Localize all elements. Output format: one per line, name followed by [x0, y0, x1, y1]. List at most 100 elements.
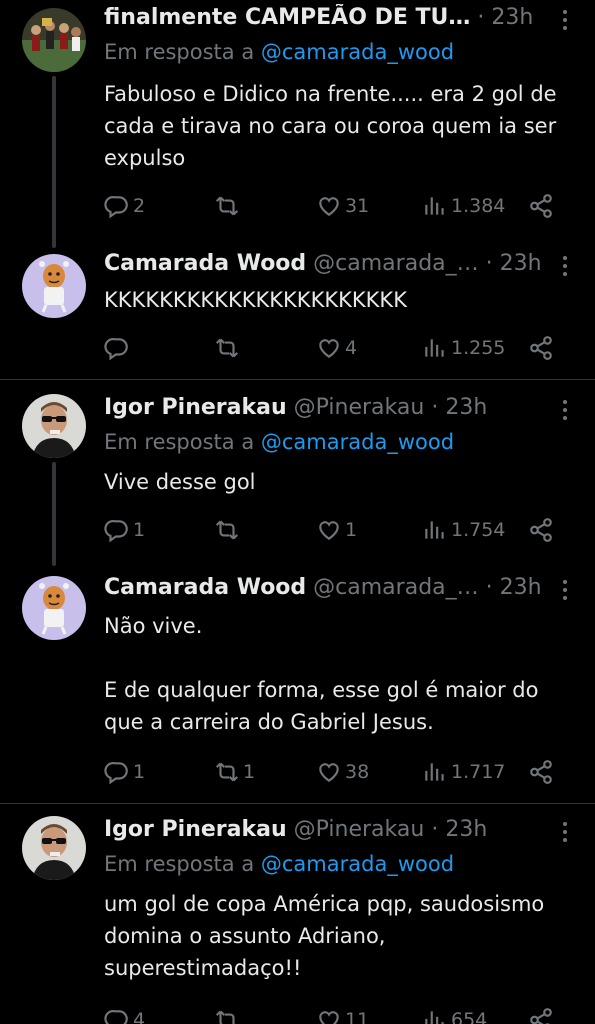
author-name[interactable]: Igor Pinerakau [104, 395, 287, 420]
avatar[interactable] [22, 576, 86, 640]
reply-button[interactable]: 4 [104, 1004, 145, 1024]
like-button[interactable]: 4 [316, 332, 357, 364]
tweet[interactable]: Igor Pinerakau @Pinerakau · 23h Em respo… [0, 804, 595, 1024]
reply-icon [104, 193, 130, 219]
views-icon [422, 335, 448, 361]
mention-link[interactable]: @camarada_wood [261, 430, 454, 454]
reply-button[interactable]: 1 [104, 756, 145, 788]
like-button[interactable]: 1 [316, 514, 357, 546]
reply-button[interactable]: 2 [104, 190, 145, 222]
retweet-icon [214, 335, 240, 361]
reply-icon [104, 1007, 130, 1024]
timestamp[interactable]: 23h [445, 817, 487, 842]
author-name[interactable]: finalmente CAMPEÃO DE TU… [104, 5, 470, 30]
like-count: 1 [345, 519, 358, 541]
like-button[interactable]: 31 [316, 190, 369, 222]
timestamp[interactable]: 23h [445, 395, 487, 420]
reply-context: Em resposta a @camarada_wood [104, 430, 455, 454]
like-count: 38 [345, 761, 370, 783]
tweet-text: Não vive. [104, 614, 203, 638]
tweet-text: KKKKKKKKKKKKKKKKKKKKKK [104, 288, 407, 312]
tweet-text: um gol de copa América pqp, saudosismo d… [104, 892, 545, 980]
author-handle[interactable]: @camarada_… [313, 251, 478, 276]
author-name[interactable]: Igor Pinerakau [104, 817, 287, 842]
timestamp[interactable]: 23h [500, 251, 542, 276]
views-count: 1.717 [451, 761, 506, 783]
like-count: 4 [345, 337, 358, 359]
retweet-count: 1 [243, 761, 256, 783]
retweet-button[interactable] [214, 1004, 243, 1024]
retweet-button[interactable] [214, 190, 243, 222]
action-bar: 2 31 1.384 [104, 190, 574, 222]
tweet[interactable]: Igor Pinerakau @Pinerakau · 23h Em respo… [0, 380, 595, 566]
more-icon[interactable] [553, 822, 577, 844]
author-handle[interactable]: @camarada_… [313, 575, 478, 600]
retweet-icon [214, 759, 240, 785]
separator-dot: · [485, 251, 493, 276]
views-icon [422, 759, 448, 785]
share-icon [528, 759, 554, 785]
like-count: 11 [345, 1009, 370, 1024]
share-button[interactable] [528, 332, 554, 364]
action-bar: 1 1 38 1.717 [104, 756, 574, 788]
share-button[interactable] [528, 1004, 554, 1024]
retweet-button[interactable] [214, 514, 243, 546]
views-button[interactable]: 654 [422, 1004, 487, 1024]
more-icon[interactable] [553, 256, 577, 278]
views-button[interactable]: 1.754 [422, 514, 505, 546]
reply-button[interactable]: 1 [104, 514, 145, 546]
tweet[interactable]: Camarada Wood @camarada_… · 23h KKKKKKKK… [0, 248, 595, 378]
mention-link[interactable]: @camarada_wood [261, 40, 454, 64]
views-icon [422, 517, 448, 543]
share-icon [528, 335, 554, 361]
mention-link[interactable]: @camarada_wood [261, 852, 454, 876]
retweet-button[interactable]: 1 [214, 756, 255, 788]
heart-icon [316, 759, 342, 785]
views-button[interactable]: 1.717 [422, 756, 505, 788]
timestamp[interactable]: 23h [491, 5, 533, 30]
like-count: 31 [345, 195, 370, 217]
author-handle[interactable]: @Pinerakau [294, 817, 425, 842]
author-name[interactable]: Camarada Wood [104, 575, 306, 600]
retweet-icon [214, 193, 240, 219]
avatar[interactable] [22, 254, 86, 318]
share-button[interactable] [528, 756, 554, 788]
separator-dot: · [431, 817, 439, 842]
avatar[interactable] [22, 816, 86, 880]
tweet-text: E de qualquer forma, esse gol é maior do… [104, 678, 539, 734]
share-button[interactable] [528, 514, 554, 546]
thread-line [52, 76, 56, 248]
like-button[interactable]: 38 [316, 756, 369, 788]
views-button[interactable]: 1.384 [422, 190, 505, 222]
views-button[interactable]: 1.255 [422, 332, 505, 364]
share-icon [528, 1007, 554, 1024]
share-button[interactable] [528, 190, 554, 222]
heart-icon [316, 193, 342, 219]
reply-count: 1 [133, 761, 146, 783]
avatar[interactable] [22, 8, 86, 72]
tweet[interactable]: finalmente CAMPEÃO DE TU… · 23h Em respo… [0, 0, 595, 248]
avatar[interactable] [22, 394, 86, 458]
reply-context: Em resposta a @camarada_wood [104, 40, 455, 64]
retweet-button[interactable] [214, 332, 243, 364]
views-icon [422, 1007, 448, 1024]
like-button[interactable]: 11 [316, 1004, 369, 1024]
thread-line [52, 462, 56, 566]
reply-icon [104, 759, 130, 785]
share-icon [528, 193, 554, 219]
more-icon[interactable] [553, 10, 577, 32]
action-bar: 4 11 654 [104, 1004, 574, 1024]
more-icon[interactable] [553, 400, 577, 422]
more-icon[interactable] [553, 580, 577, 602]
separator-dot: · [485, 575, 493, 600]
reply-button[interactable] [104, 332, 133, 364]
author-handle[interactable]: @Pinerakau [294, 395, 425, 420]
timestamp[interactable]: 23h [500, 575, 542, 600]
tweet-text: Vive desse gol [104, 470, 256, 494]
reply-count: 4 [133, 1009, 146, 1024]
author-name[interactable]: Camarada Wood [104, 251, 306, 276]
heart-icon [316, 517, 342, 543]
views-count: 654 [451, 1009, 488, 1024]
reply-icon [104, 335, 130, 361]
tweet[interactable]: Camarada Wood @camarada_… · 23h Não vive… [0, 566, 595, 802]
